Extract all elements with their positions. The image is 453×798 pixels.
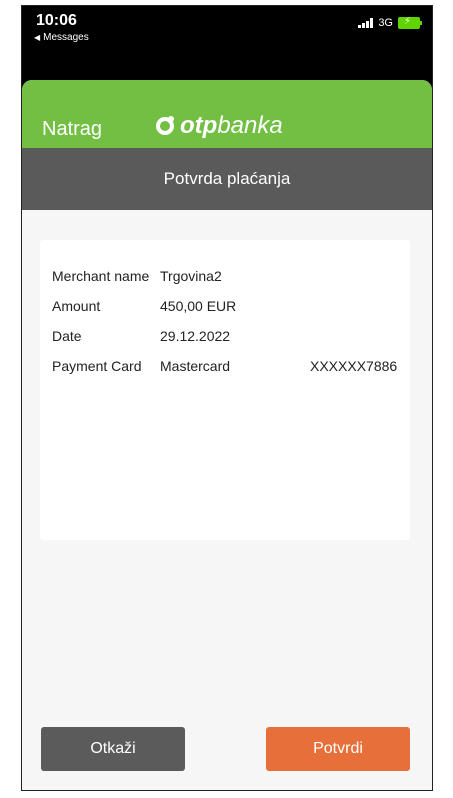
card-number: XXXXXX7886 xyxy=(310,358,398,374)
detail-value: 29.12.2022 xyxy=(160,328,231,344)
detail-label: Date xyxy=(52,328,82,344)
detail-value: 450,00 EUR xyxy=(160,298,237,314)
back-app-label: Messages xyxy=(43,32,89,43)
back-button[interactable]: Natrag xyxy=(42,118,102,141)
detail-value: Trgovina2 xyxy=(160,268,222,284)
status-bar: 10:06 ◀ Messages 3G ⚡ xyxy=(22,6,432,84)
otpbanka-logo: otpbanka xyxy=(156,112,283,140)
battery-icon: ⚡ xyxy=(398,16,422,29)
detail-label: Payment Card xyxy=(52,358,142,374)
back-to-messages[interactable]: ◀ Messages xyxy=(34,32,89,43)
detail-label: Merchant name xyxy=(52,268,150,284)
logo-text: otpbanka xyxy=(180,112,283,139)
detail-value: Mastercard xyxy=(160,358,231,374)
status-indicators: 3G ⚡ xyxy=(358,16,422,29)
page-title: Potvrda plaćanja xyxy=(22,148,432,210)
status-time: 10:06 xyxy=(36,12,77,29)
otp-logo-icon xyxy=(156,116,174,135)
confirm-button[interactable]: Potvrdi xyxy=(266,727,410,771)
phone-screen: 10:06 ◀ Messages 3G ⚡ Natrag otpbanka Po… xyxy=(21,5,433,791)
app-window: Natrag otpbanka Potvrda plaćanja Merchan… xyxy=(22,80,432,790)
network-label: 3G xyxy=(378,17,393,29)
cancel-button[interactable]: Otkaži xyxy=(41,727,185,771)
payment-details-card: Merchant name Trgovina2 Amount 450,00 EU… xyxy=(40,240,410,540)
app-header: Natrag otpbanka xyxy=(22,80,432,148)
back-triangle-icon: ◀ xyxy=(34,33,41,42)
detail-label: Amount xyxy=(52,298,101,314)
signal-icon xyxy=(358,18,374,28)
